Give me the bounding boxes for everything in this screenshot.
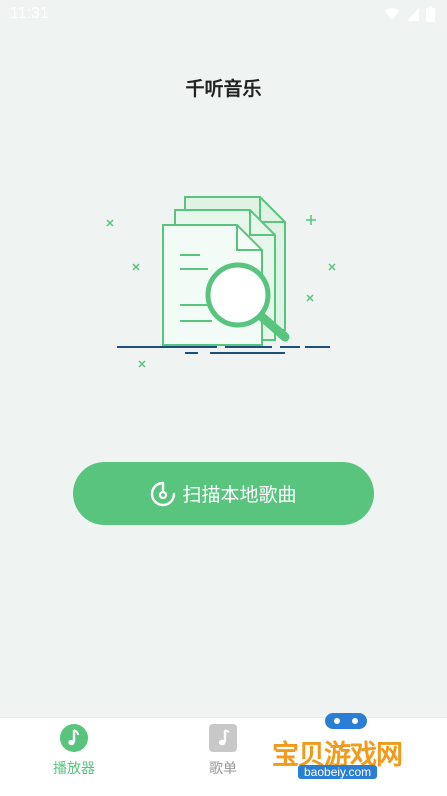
gamepad-icon <box>325 713 367 729</box>
status-bar: 11:31 <box>0 0 447 30</box>
watermark-domain: baobeiy.com <box>298 765 378 779</box>
scan-clock-icon <box>151 481 176 506</box>
document-search-illustration <box>106 196 336 368</box>
page-title: 千听音乐 <box>185 78 262 100</box>
wifi-icon <box>385 8 399 20</box>
status-icons <box>384 6 435 22</box>
music-note-icon <box>60 724 88 752</box>
signal-icon <box>407 8 419 21</box>
status-time: 11:31 <box>10 5 49 22</box>
nav-item-playlist[interactable]: 歌单 <box>168 724 278 778</box>
music-note-square-icon <box>209 724 237 752</box>
nav-label-player: 播放器 <box>53 761 95 777</box>
battery-icon <box>426 6 435 22</box>
scan-local-songs-button[interactable]: 扫描本地歌曲 <box>73 462 374 525</box>
nav-item-player[interactable]: 播放器 <box>19 724 129 778</box>
nav-label-playlist: 歌单 <box>209 761 237 777</box>
scan-button-label: 扫描本地歌曲 <box>182 484 297 506</box>
